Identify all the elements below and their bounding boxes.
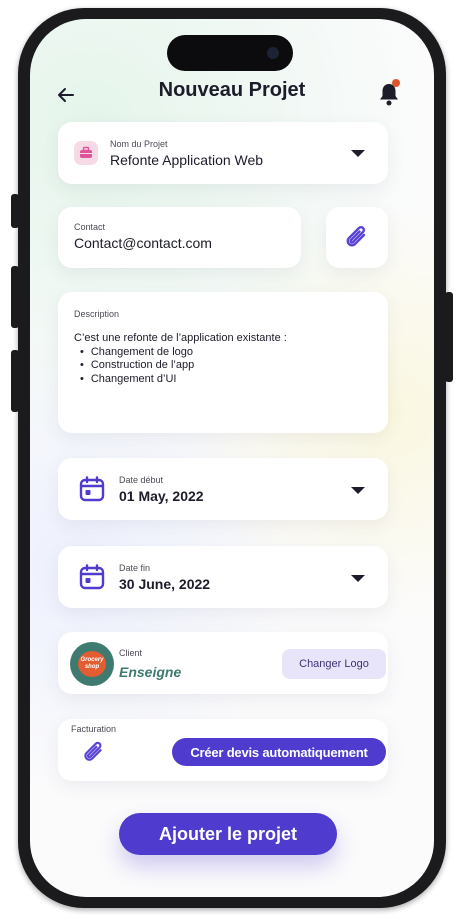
- notification-dot: [392, 79, 400, 87]
- start-date-field[interactable]: Date début 01 May, 2022: [58, 458, 388, 520]
- project-name-field[interactable]: Nom du Projet Refonte Application Web: [58, 122, 388, 184]
- change-logo-button[interactable]: Changer Logo: [282, 649, 386, 679]
- project-name-value: Refonte Application Web: [110, 152, 264, 168]
- list-item: Changement de logo: [80, 346, 287, 360]
- contact-value: Contact@contact.com: [74, 235, 212, 251]
- briefcase-icon: [74, 141, 98, 165]
- calendar-icon: [78, 563, 106, 591]
- contact-field[interactable]: Contact Contact@contact.com: [58, 207, 301, 268]
- attach-file-button[interactable]: [326, 207, 388, 268]
- app-screen: Nouveau Projet Nom du Projet Refonte App…: [30, 19, 434, 897]
- list-item: Construction de l’app: [80, 359, 287, 373]
- start-date-label: Date début: [119, 475, 164, 485]
- app-header: Nouveau Projet: [30, 77, 434, 117]
- add-project-button[interactable]: Ajouter le projet: [119, 813, 337, 855]
- project-name-label: Nom du Projet: [110, 139, 168, 149]
- power-button: [445, 292, 453, 382]
- chevron-down-icon[interactable]: [351, 487, 365, 494]
- bell-icon[interactable]: [378, 79, 404, 107]
- end-date-value: 30 June, 2022: [119, 576, 211, 592]
- client-label: Client: [119, 648, 143, 658]
- chevron-down-icon[interactable]: [351, 150, 365, 157]
- list-item: Changement d’UI: [80, 373, 287, 387]
- contact-label: Contact: [74, 222, 106, 232]
- description-text: C’est une refonte de l’application exist…: [74, 332, 287, 386]
- billing-card: Facturation Créer devis automatiquement: [58, 719, 388, 781]
- client-logo: Grocery shop: [70, 642, 114, 686]
- description-intro: C’est une refonte de l’application exist…: [74, 332, 287, 344]
- create-quote-button[interactable]: Créer devis automatiquement: [172, 738, 386, 766]
- billing-label: Facturation: [71, 724, 117, 734]
- volume-up-button: [11, 266, 19, 328]
- end-date-field[interactable]: Date fin 30 June, 2022: [58, 546, 388, 608]
- start-date-value: 01 May, 2022: [119, 488, 204, 504]
- description-list: Changement de logo Construction de l’app…: [74, 346, 287, 387]
- volume-down-button: [11, 350, 19, 412]
- paperclip-icon[interactable]: [80, 739, 108, 772]
- client-card: Grocery shop Client Enseigne Changer Log…: [58, 632, 388, 694]
- chevron-down-icon[interactable]: [351, 575, 365, 582]
- description-field[interactable]: Description C’est une refonte de l’appli…: [58, 292, 388, 433]
- description-label: Description: [74, 309, 120, 319]
- end-date-label: Date fin: [119, 563, 151, 573]
- silent-switch: [11, 194, 19, 228]
- page-title: Nouveau Projet: [158, 79, 306, 101]
- client-logo-text: Grocery shop: [78, 651, 106, 677]
- dynamic-island: [167, 35, 293, 71]
- client-name: Enseigne: [119, 664, 182, 680]
- paperclip-icon: [342, 223, 372, 258]
- calendar-icon: [78, 475, 106, 503]
